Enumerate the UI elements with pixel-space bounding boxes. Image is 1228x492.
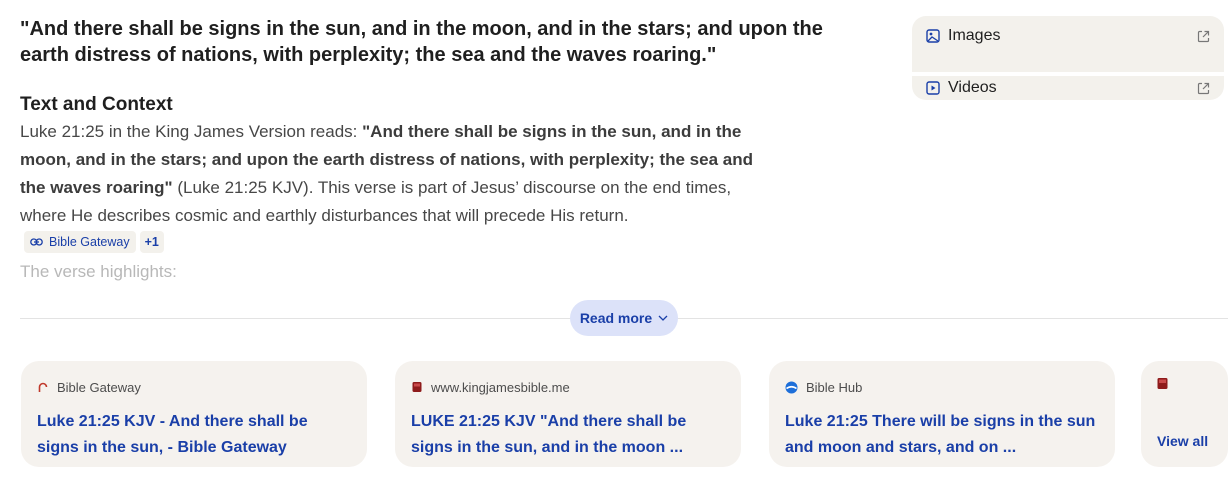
answer-headline: "And there shall be signs in the sun, an…: [20, 18, 823, 66]
source-card-kingjamesbible[interactable]: www.kingjamesbible.me LUKE 21:25 KJV "An…: [395, 361, 741, 467]
bible-gateway-logo-icon: [37, 381, 49, 393]
external-link-icon: [1197, 30, 1210, 43]
paragraph-intro: Luke 21:25 in the King James Version rea…: [20, 122, 363, 141]
read-more-button[interactable]: Read more: [570, 300, 678, 336]
view-all-card[interactable]: View all: [1141, 361, 1228, 467]
bible-book-icon: [411, 381, 423, 393]
card-source: www.kingjamesbible.me: [411, 379, 725, 395]
source-chip-label: Bible Gateway: [49, 235, 130, 249]
external-link-icon: [1197, 82, 1210, 95]
more-sources-chip[interactable]: +1: [139, 231, 164, 253]
bible-book-icon: [1156, 377, 1169, 390]
videos-link[interactable]: Videos: [912, 76, 1224, 100]
source-chip-bible-gateway[interactable]: Bible Gateway: [24, 231, 136, 253]
image-icon: [926, 29, 940, 43]
card-title[interactable]: LUKE 21:25 KJV "And there shall be signs…: [411, 409, 725, 461]
card-source-name: www.kingjamesbible.me: [431, 379, 570, 395]
faded-continuation-text: The verse highlights:: [20, 262, 177, 281]
read-more-label: Read more: [579, 310, 653, 326]
card-source-name: Bible Gateway: [57, 379, 141, 395]
view-all-link[interactable]: View all: [1157, 433, 1208, 449]
card-title[interactable]: Luke 21:25 There will be signs in the su…: [785, 409, 1099, 461]
answer-paragraph: Luke 21:25 in the King James Version rea…: [20, 118, 765, 230]
source-chips: Bible Gateway +1: [24, 231, 164, 253]
video-icon: [926, 81, 940, 95]
section-title: Text and Context: [20, 94, 173, 115]
card-source: Bible Gateway: [37, 379, 351, 395]
source-card-bible-gateway[interactable]: Bible Gateway Luke 21:25 KJV - And there…: [21, 361, 367, 467]
bible-hub-logo-icon: [785, 381, 798, 394]
card-title[interactable]: Luke 21:25 KJV - And there shall be sign…: [37, 409, 351, 461]
chevron-down-icon: [658, 315, 668, 321]
card-source-name: Bible Hub: [806, 379, 863, 395]
images-label: Images: [948, 27, 1001, 44]
images-link[interactable]: Images: [912, 16, 1224, 56]
link-icon: [30, 237, 43, 247]
source-card-bible-hub[interactable]: Bible Hub Luke 21:25 There will be signs…: [769, 361, 1115, 467]
media-side-panel: Images Videos: [912, 16, 1224, 100]
videos-label: Videos: [948, 79, 997, 96]
card-source: Bible Hub: [785, 379, 1099, 395]
